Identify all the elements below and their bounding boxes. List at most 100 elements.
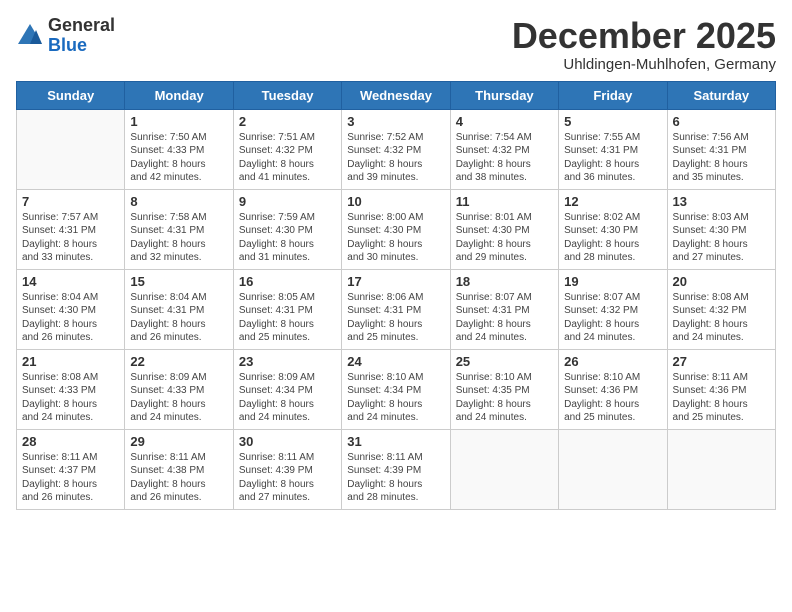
calendar-day-cell: 5 Sunrise: 7:55 AM Sunset: 4:31 PM Daylig… <box>559 109 667 189</box>
day-number: 18 <box>456 274 553 289</box>
day-info: Sunrise: 8:04 AM Sunset: 4:30 PM Dayligh… <box>22 291 119 345</box>
calendar-week-row: 21 Sunrise: 8:08 AM Sunset: 4:33 PM Dayli… <box>17 349 776 429</box>
calendar-day-cell: 21 Sunrise: 8:08 AM Sunset: 4:33 PM Dayli… <box>17 349 125 429</box>
calendar-day-cell: 30Sunrise: 8:11 AM Sunset: 4:39 PM Dayli… <box>233 429 341 509</box>
logo: General Blue <box>16 16 115 56</box>
day-info: Sunrise: 8:11 AM Sunset: 4:36 PM Dayligh… <box>673 371 770 425</box>
day-info: Sunrise: 7:52 AM Sunset: 4:32 PM Dayligh… <box>347 131 444 185</box>
calendar-week-row: 28 Sunrise: 8:11 AM Sunset: 4:37 PM Dayli… <box>17 429 776 509</box>
day-info: Sunrise: 7:58 AM Sunset: 4:31 PM Dayligh… <box>130 211 227 265</box>
day-info: Sunrise: 7:50 AM Sunset: 4:33 PM Dayligh… <box>130 131 227 185</box>
logo-blue: Blue <box>48 35 87 55</box>
day-number: 10 <box>347 194 444 209</box>
calendar-week-row: 14 Sunrise: 8:04 AM Sunset: 4:30 PM Dayli… <box>17 269 776 349</box>
day-number: 6 <box>673 114 770 129</box>
page-header: General Blue December 2025 Uhldingen-Muh… <box>16 16 776 73</box>
day-info: Sunrise: 7:57 AM Sunset: 4:31 PM Dayligh… <box>22 211 119 265</box>
calendar-day-cell: 26 Sunrise: 8:10 AM Sunset: 4:36 PM Dayli… <box>559 349 667 429</box>
calendar-day-cell: 31Sunrise: 8:11 AM Sunset: 4:39 PM Dayli… <box>342 429 450 509</box>
calendar-day-cell <box>559 429 667 509</box>
calendar-day-cell: 25 Sunrise: 8:10 AM Sunset: 4:35 PM Dayli… <box>450 349 558 429</box>
calendar-day-cell: 1 Sunrise: 7:50 AM Sunset: 4:33 PM Daylig… <box>125 109 233 189</box>
day-info: Sunrise: 8:08 AM Sunset: 4:33 PM Dayligh… <box>22 371 119 425</box>
day-number: 29 <box>130 434 227 449</box>
calendar-day-cell: 20Sunrise: 8:08 AM Sunset: 4:32 PM Dayli… <box>667 269 775 349</box>
day-number: 11 <box>456 194 553 209</box>
calendar-day-cell: 3Sunrise: 7:52 AM Sunset: 4:32 PM Daylig… <box>342 109 450 189</box>
day-number: 26 <box>564 354 661 369</box>
day-number: 4 <box>456 114 553 129</box>
day-number: 27 <box>673 354 770 369</box>
calendar-day-cell: 10Sunrise: 8:00 AM Sunset: 4:30 PM Dayli… <box>342 189 450 269</box>
calendar-day-cell: 11Sunrise: 8:01 AM Sunset: 4:30 PM Dayli… <box>450 189 558 269</box>
day-info: Sunrise: 8:03 AM Sunset: 4:30 PM Dayligh… <box>673 211 770 265</box>
day-info: Sunrise: 8:07 AM Sunset: 4:32 PM Dayligh… <box>564 291 661 345</box>
day-number: 28 <box>22 434 119 449</box>
calendar-day-cell: 19 Sunrise: 8:07 AM Sunset: 4:32 PM Dayli… <box>559 269 667 349</box>
day-info: Sunrise: 7:59 AM Sunset: 4:30 PM Dayligh… <box>239 211 336 265</box>
day-number: 9 <box>239 194 336 209</box>
month-title: December 2025 <box>512 16 776 56</box>
day-number: 21 <box>22 354 119 369</box>
calendar-day-cell <box>450 429 558 509</box>
day-info: Sunrise: 8:11 AM Sunset: 4:39 PM Dayligh… <box>347 451 444 505</box>
calendar-day-cell: 22 Sunrise: 8:09 AM Sunset: 4:33 PM Dayli… <box>125 349 233 429</box>
calendar-day-cell: 15 Sunrise: 8:04 AM Sunset: 4:31 PM Dayli… <box>125 269 233 349</box>
calendar-day-cell: 9 Sunrise: 7:59 AM Sunset: 4:30 PM Daylig… <box>233 189 341 269</box>
day-number: 14 <box>22 274 119 289</box>
day-number: 13 <box>673 194 770 209</box>
weekday-header: Monday <box>125 81 233 109</box>
day-info: Sunrise: 8:06 AM Sunset: 4:31 PM Dayligh… <box>347 291 444 345</box>
weekday-header: Tuesday <box>233 81 341 109</box>
day-info: Sunrise: 8:02 AM Sunset: 4:30 PM Dayligh… <box>564 211 661 265</box>
day-number: 25 <box>456 354 553 369</box>
day-info: Sunrise: 7:55 AM Sunset: 4:31 PM Dayligh… <box>564 131 661 185</box>
day-number: 1 <box>130 114 227 129</box>
day-number: 17 <box>347 274 444 289</box>
calendar-day-cell: 2 Sunrise: 7:51 AM Sunset: 4:32 PM Daylig… <box>233 109 341 189</box>
day-info: Sunrise: 8:10 AM Sunset: 4:34 PM Dayligh… <box>347 371 444 425</box>
day-number: 5 <box>564 114 661 129</box>
calendar-day-cell: 8 Sunrise: 7:58 AM Sunset: 4:31 PM Daylig… <box>125 189 233 269</box>
calendar-table: SundayMondayTuesdayWednesdayThursdayFrid… <box>16 81 776 510</box>
day-number: 8 <box>130 194 227 209</box>
calendar-day-cell: 23 Sunrise: 8:09 AM Sunset: 4:34 PM Dayli… <box>233 349 341 429</box>
calendar-day-cell: 12Sunrise: 8:02 AM Sunset: 4:30 PM Dayli… <box>559 189 667 269</box>
day-number: 7 <box>22 194 119 209</box>
day-info: Sunrise: 7:54 AM Sunset: 4:32 PM Dayligh… <box>456 131 553 185</box>
day-info: Sunrise: 8:09 AM Sunset: 4:34 PM Dayligh… <box>239 371 336 425</box>
day-number: 23 <box>239 354 336 369</box>
day-info: Sunrise: 7:56 AM Sunset: 4:31 PM Dayligh… <box>673 131 770 185</box>
calendar-header-row: SundayMondayTuesdayWednesdayThursdayFrid… <box>17 81 776 109</box>
day-info: Sunrise: 8:04 AM Sunset: 4:31 PM Dayligh… <box>130 291 227 345</box>
day-info: Sunrise: 8:09 AM Sunset: 4:33 PM Dayligh… <box>130 371 227 425</box>
calendar-day-cell: 29Sunrise: 8:11 AM Sunset: 4:38 PM Dayli… <box>125 429 233 509</box>
calendar-day-cell: 13 Sunrise: 8:03 AM Sunset: 4:30 PM Dayli… <box>667 189 775 269</box>
weekday-header: Thursday <box>450 81 558 109</box>
weekday-header: Saturday <box>667 81 775 109</box>
day-number: 16 <box>239 274 336 289</box>
title-block: December 2025 Uhldingen-Muhlhofen, Germa… <box>512 16 776 73</box>
day-number: 2 <box>239 114 336 129</box>
day-number: 30 <box>239 434 336 449</box>
day-number: 22 <box>130 354 227 369</box>
calendar-day-cell: 4 Sunrise: 7:54 AM Sunset: 4:32 PM Daylig… <box>450 109 558 189</box>
day-info: Sunrise: 8:10 AM Sunset: 4:35 PM Dayligh… <box>456 371 553 425</box>
day-number: 15 <box>130 274 227 289</box>
calendar-day-cell: 17 Sunrise: 8:06 AM Sunset: 4:31 PM Dayli… <box>342 269 450 349</box>
day-info: Sunrise: 8:11 AM Sunset: 4:37 PM Dayligh… <box>22 451 119 505</box>
day-number: 24 <box>347 354 444 369</box>
calendar-day-cell <box>17 109 125 189</box>
day-info: Sunrise: 8:08 AM Sunset: 4:32 PM Dayligh… <box>673 291 770 345</box>
day-number: 19 <box>564 274 661 289</box>
location-subtitle: Uhldingen-Muhlhofen, Germany <box>512 56 776 73</box>
calendar-day-cell: 16Sunrise: 8:05 AM Sunset: 4:31 PM Dayli… <box>233 269 341 349</box>
day-info: Sunrise: 7:51 AM Sunset: 4:32 PM Dayligh… <box>239 131 336 185</box>
calendar-day-cell: 6 Sunrise: 7:56 AM Sunset: 4:31 PM Daylig… <box>667 109 775 189</box>
calendar-day-cell: 28 Sunrise: 8:11 AM Sunset: 4:37 PM Dayli… <box>17 429 125 509</box>
day-info: Sunrise: 8:10 AM Sunset: 4:36 PM Dayligh… <box>564 371 661 425</box>
logo-general: General <box>48 15 115 35</box>
calendar-day-cell: 18Sunrise: 8:07 AM Sunset: 4:31 PM Dayli… <box>450 269 558 349</box>
weekday-header: Sunday <box>17 81 125 109</box>
calendar-week-row: 1 Sunrise: 7:50 AM Sunset: 4:33 PM Daylig… <box>17 109 776 189</box>
